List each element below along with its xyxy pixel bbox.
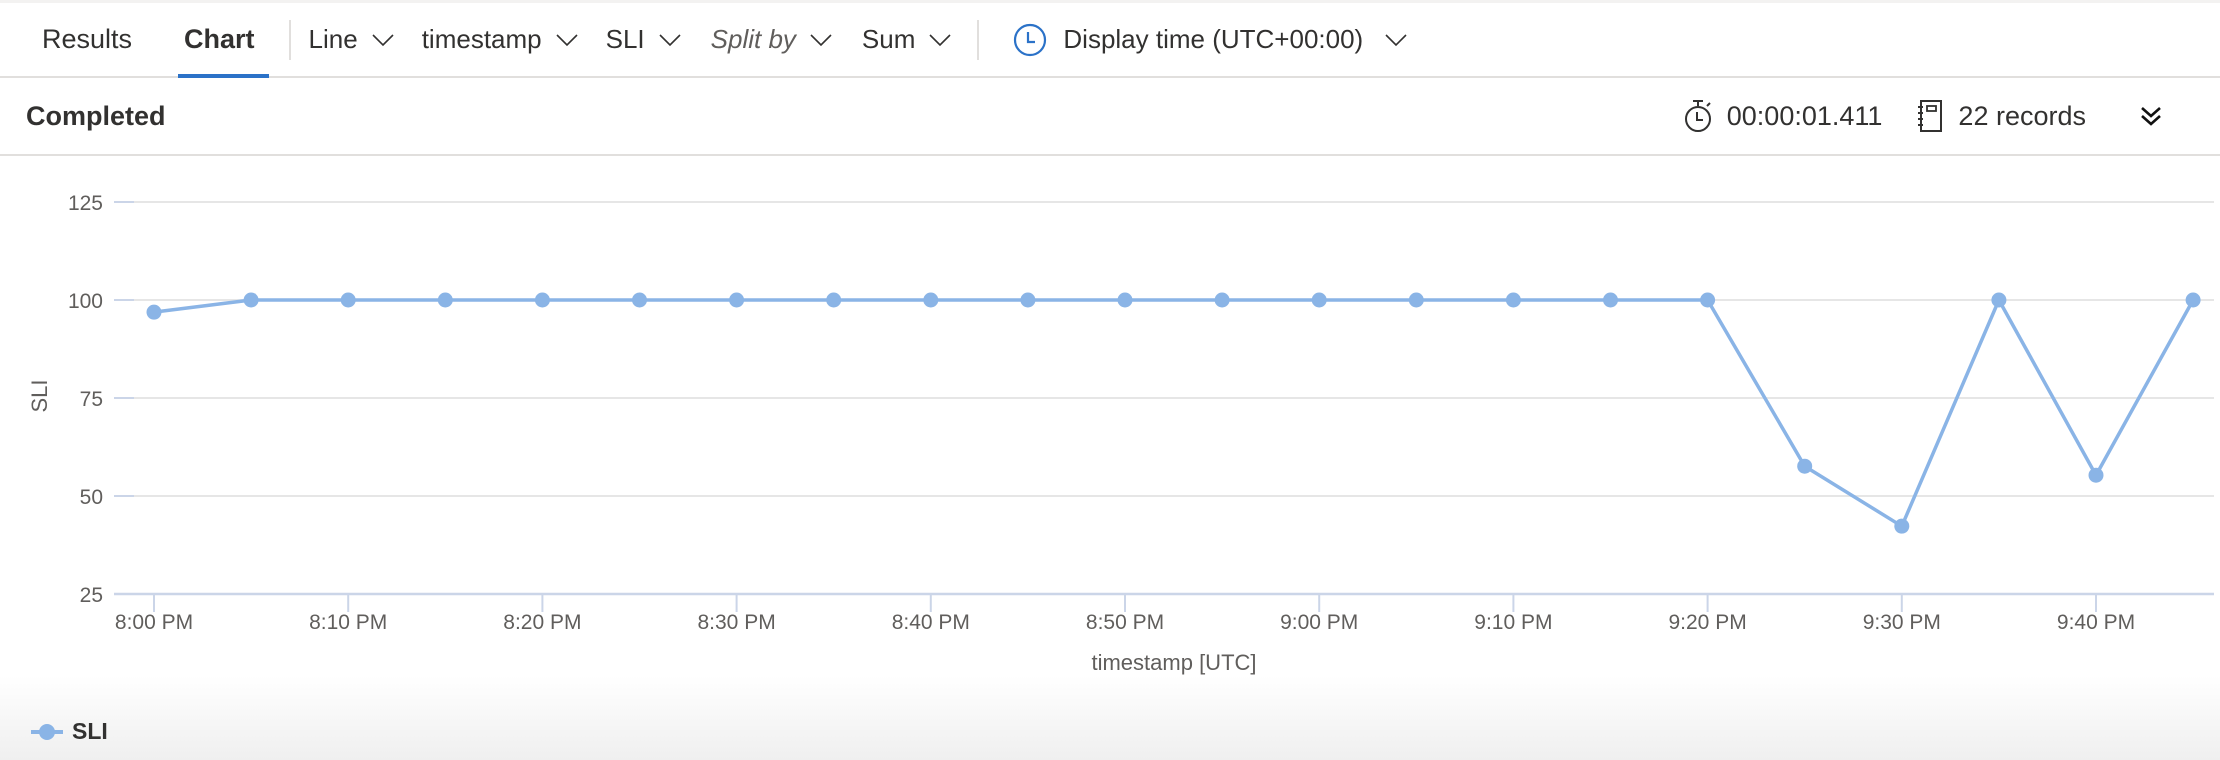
x-tick-label: 9:20 PM xyxy=(1668,611,1746,634)
data-point[interactable]: 8:15 PM: 100 xyxy=(437,292,453,308)
data-point[interactable]: 8:10 PM: 100 xyxy=(340,292,356,308)
display-time-dropdown[interactable]: Display time (UTC+00:00) xyxy=(1013,15,1407,65)
y-column-label: SLI xyxy=(605,24,645,54)
data-point[interactable]: 9:05 PM: 100 xyxy=(1408,292,1424,308)
data-point[interactable]: 9:40 PM: 55.3 xyxy=(2088,467,2104,483)
data-point[interactable]: 8:30 PM: 100 xyxy=(729,292,745,308)
data-point[interactable]: 8:25 PM: 100 xyxy=(632,292,647,308)
query-status-bar: Completed 00:00:01.411 22 records xyxy=(0,78,2220,156)
chevron-down-icon xyxy=(1385,33,1407,47)
chart-type-label: Line xyxy=(308,24,358,54)
tab-chart-label: Chart xyxy=(184,24,255,54)
notebook-icon xyxy=(1918,100,1943,132)
tab-results[interactable]: Results xyxy=(42,3,132,76)
tab-chart[interactable]: Chart xyxy=(178,3,268,78)
split-by-dropdown[interactable]: Split by xyxy=(711,15,832,65)
x-tick-label: 9:00 PM xyxy=(1280,611,1358,634)
data-point[interactable]: 8:50 PM: 100 xyxy=(1117,292,1133,308)
record-count-value: 22 records xyxy=(1958,100,2086,131)
x-column-dropdown[interactable]: timestamp xyxy=(422,15,578,65)
clock-icon xyxy=(1013,23,1047,57)
data-point[interactable]: 9:15 PM: 100 xyxy=(1603,292,1618,308)
data-point[interactable]: 9:35 PM: 100 xyxy=(1991,292,2007,308)
x-tick-label: 8:40 PM xyxy=(892,611,970,634)
x-tick-label: 9:30 PM xyxy=(1863,611,1941,634)
aggregation-dropdown[interactable]: Sum xyxy=(862,15,951,65)
x-axis-title: timestamp [UTC] xyxy=(1091,650,1256,675)
x-tick-label: 9:40 PM xyxy=(2057,611,2135,634)
query-duration-value: 00:00:01.411 xyxy=(1726,100,1883,131)
data-point[interactable]: 9:30 PM: 42.3 xyxy=(1894,518,1910,534)
chart-area: 25 50 75 100 125 8:00 PM 8:10 PM 8:20 PM 8:30 PM… xyxy=(0,156,2220,676)
aggregation-label: Sum xyxy=(861,24,916,54)
chevron-down-icon xyxy=(556,33,578,47)
chart-toolbar: Results Chart Line timestamp SLI Split b… xyxy=(0,3,2220,78)
data-point[interactable]: 8:45 PM: 100 xyxy=(1020,292,1036,308)
legend-series-marker-icon xyxy=(31,723,63,740)
split-by-placeholder: Split by xyxy=(710,24,796,54)
x-tick-label: 8:50 PM xyxy=(1086,611,1164,634)
x-tick-label: 8:20 PM xyxy=(503,611,581,634)
data-point[interactable]: 9:45 PM: 100 xyxy=(2185,292,2201,308)
chevron-down-icon xyxy=(929,33,951,47)
x-tick-label: 8:30 PM xyxy=(697,611,775,634)
double-chevron-down-icon xyxy=(2141,107,2161,126)
x-column-label: timestamp xyxy=(421,24,542,54)
y-axis-title: SLI xyxy=(27,379,52,412)
line-chart: 25 50 75 100 125 8:00 PM 8:10 PM 8:20 PM 8:30 PM… xyxy=(27,192,2214,675)
data-point[interactable]: 8:40 PM: 100 xyxy=(923,292,939,308)
record-count: 22 records xyxy=(1916,99,2086,133)
y-tick-label: 75 xyxy=(80,388,103,411)
query-status: Completed xyxy=(26,100,166,131)
y-column-dropdown[interactable]: SLI xyxy=(606,15,681,65)
legend: SLI xyxy=(0,676,2220,760)
data-point[interactable]: 9:25 PM: 57.6 xyxy=(1797,458,1813,474)
expand-button[interactable] xyxy=(2136,101,2166,131)
stopwatch-icon xyxy=(1684,100,1711,132)
y-tick-label: 125 xyxy=(68,192,103,215)
chevron-down-icon xyxy=(810,33,832,47)
legend-label: SLI xyxy=(72,718,108,744)
toolbar-divider xyxy=(977,19,980,60)
series-line-sli xyxy=(153,298,2195,528)
x-tick-label: 9:10 PM xyxy=(1474,611,1552,634)
x-tick-label: 8:10 PM xyxy=(309,611,387,634)
data-point[interactable]: 9:20 PM: 100 xyxy=(1700,292,1716,308)
y-tick-label: 50 xyxy=(80,486,103,509)
y-tick-label: 100 xyxy=(68,290,103,313)
toolbar-divider xyxy=(288,19,291,60)
data-point[interactable]: 8:00 PM: 96.9 xyxy=(146,304,162,320)
legend-item-sli[interactable]: SLI xyxy=(30,718,108,745)
data-point[interactable]: 8:55 PM: 100 xyxy=(1214,292,1230,308)
y-tick-label: 25 xyxy=(80,584,103,607)
query-duration: 00:00:01.411 xyxy=(1683,99,1883,133)
display-time-label: Display time (UTC+00:00) xyxy=(1063,24,1364,54)
data-point[interactable]: 8:20 PM: 100 xyxy=(534,292,550,308)
chevron-down-icon xyxy=(659,33,681,47)
data-point[interactable]: 9:00 PM: 100 xyxy=(1311,292,1327,308)
query-stats: 00:00:01.411 22 records xyxy=(1683,78,2220,154)
chevron-down-icon xyxy=(372,33,394,47)
chart-type-dropdown[interactable]: Line xyxy=(309,15,394,65)
data-point[interactable]: 8:35 PM: 100 xyxy=(826,292,842,308)
data-point[interactable]: 9:10 PM: 100 xyxy=(1505,292,1521,308)
x-tick-label: 8:00 PM xyxy=(115,611,193,634)
tab-results-label: Results xyxy=(42,24,133,54)
data-point[interactable]: 8:05 PM: 100 xyxy=(243,292,259,308)
